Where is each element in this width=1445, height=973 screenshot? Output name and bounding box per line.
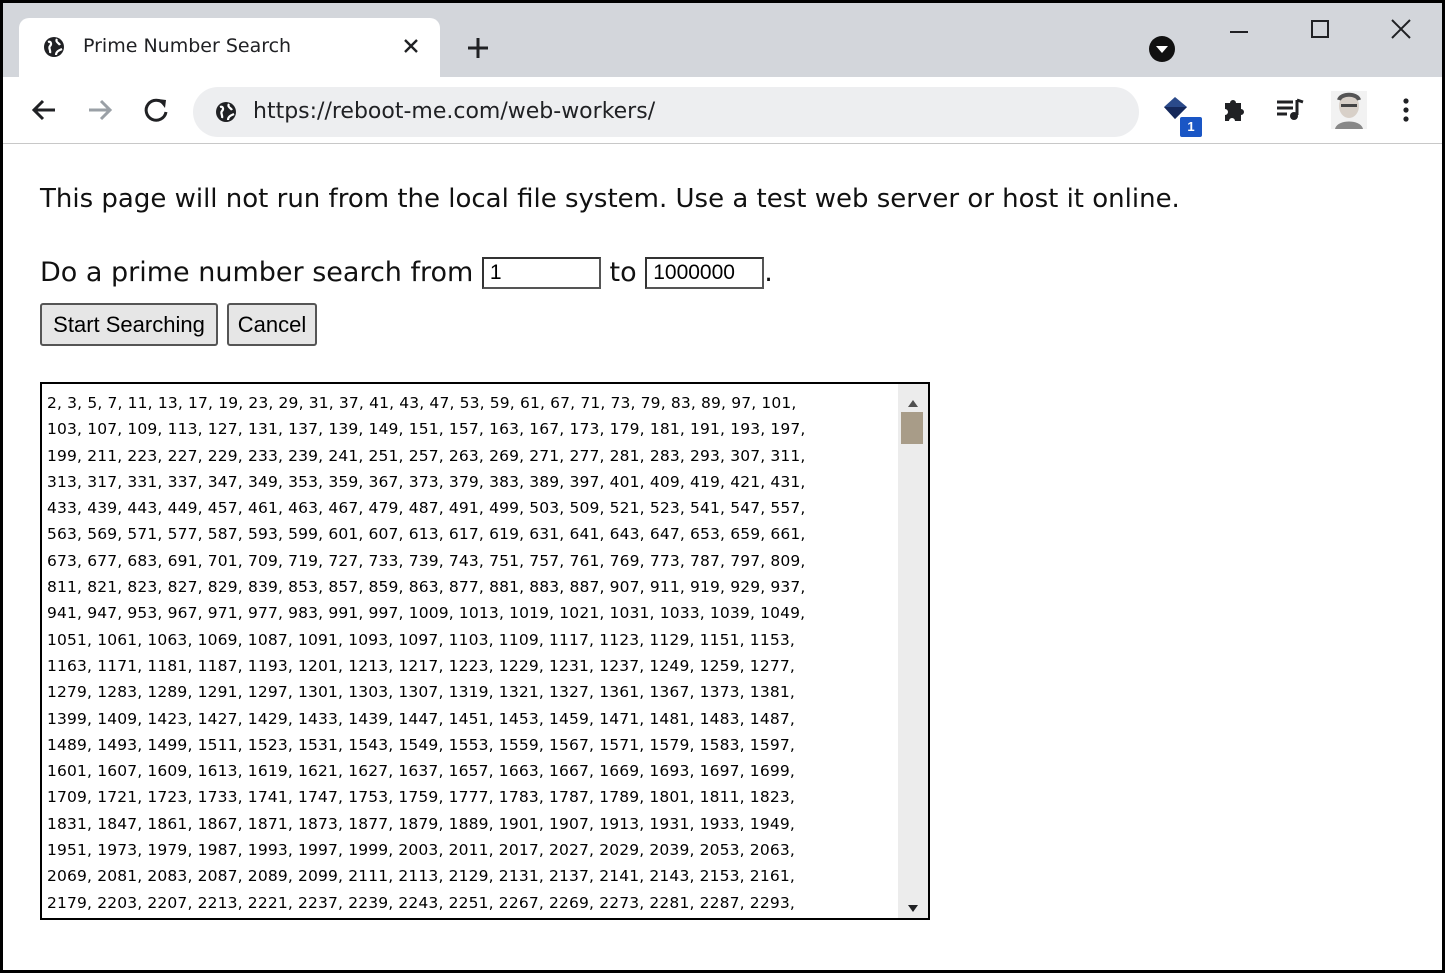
tab-prime-number-search[interactable]: Prime Number Search (19, 18, 440, 77)
media-queue-icon[interactable] (1273, 93, 1307, 127)
results-line: 1051, 1061, 1063, 1069, 1087, 1091, 1093… (47, 630, 795, 649)
results-line: 2069, 2081, 2083, 2087, 2089, 2099, 2111… (47, 867, 795, 886)
maximize-icon[interactable] (1310, 19, 1330, 39)
results-line: 941, 947, 953, 967, 971, 977, 983, 991, … (47, 604, 806, 623)
search-prefix-label: Do a prime number search from (40, 257, 474, 288)
reload-icon[interactable] (141, 95, 171, 125)
results-line: 563, 569, 571, 577, 587, 593, 599, 601, … (47, 525, 806, 544)
search-form: Do a prime number search from to . (40, 256, 773, 289)
to-input[interactable] (645, 256, 765, 289)
results-line: 1279, 1283, 1289, 1291, 1297, 1301, 1303… (47, 683, 795, 702)
results-line: 1951, 1973, 1979, 1987, 1993, 1997, 1999… (47, 841, 795, 860)
chevron-down-circle-icon[interactable] (1148, 35, 1176, 67)
url-text: https://reboot-me.com/web-workers/ (253, 99, 656, 124)
puzzle-icon[interactable] (1217, 93, 1251, 127)
scrollbar[interactable] (898, 384, 928, 918)
results-line: 1163, 1171, 1181, 1187, 1193, 1201, 1213… (47, 656, 795, 675)
start-searching-button[interactable]: Start Searching (40, 303, 218, 346)
notice-text: This page will not run from the local fi… (40, 184, 1180, 214)
address-bar[interactable]: https://reboot-me.com/web-workers/ (193, 87, 1139, 137)
results-line: 199, 211, 223, 227, 229, 233, 239, 241, … (47, 446, 806, 465)
scroll-down-icon[interactable] (907, 899, 919, 912)
window-close-icon[interactable] (1389, 17, 1413, 41)
results-line: 1709, 1721, 1723, 1733, 1741, 1747, 1753… (47, 788, 795, 807)
plus-icon[interactable] (465, 35, 491, 61)
results-line: 1489, 1493, 1499, 1511, 1523, 1531, 1543… (47, 735, 795, 754)
search-suffix: . (764, 257, 773, 288)
site-info-globe-icon[interactable] (215, 101, 237, 127)
results-line: 811, 821, 823, 827, 829, 839, 853, 857, … (47, 578, 806, 597)
results-line: 673, 677, 683, 691, 701, 709, 719, 727, … (47, 551, 806, 570)
results-text: 2, 3, 5, 7, 11, 13, 17, 19, 23, 29, 31, … (47, 390, 897, 916)
globe-icon (43, 36, 65, 62)
kebab-menu-icon[interactable] (1389, 93, 1423, 127)
results-line: 2179, 2203, 2207, 2213, 2221, 2237, 2239… (47, 893, 795, 912)
arrow-right-icon[interactable] (85, 95, 115, 125)
scroll-up-icon[interactable] (907, 393, 919, 407)
from-input[interactable] (481, 256, 601, 289)
minimize-icon[interactable] (1229, 21, 1249, 41)
extension-badge: 1 (1180, 117, 1202, 137)
arrow-left-icon[interactable] (29, 95, 59, 125)
page-content: This page will not run from the local fi… (3, 144, 1442, 970)
results-line: 313, 317, 331, 337, 347, 349, 353, 359, … (47, 472, 806, 491)
results-line: 1601, 1607, 1609, 1613, 1619, 1621, 1627… (47, 762, 795, 781)
tab-title: Prime Number Search (83, 35, 292, 57)
results-line: 2, 3, 5, 7, 11, 13, 17, 19, 23, 29, 31, … (47, 394, 797, 412)
results-textarea[interactable]: 2, 3, 5, 7, 11, 13, 17, 19, 23, 29, 31, … (40, 382, 930, 920)
results-line: 433, 439, 443, 449, 457, 461, 463, 467, … (47, 499, 806, 518)
results-line: 1831, 1847, 1861, 1867, 1871, 1873, 1877… (47, 814, 795, 833)
results-line: 1399, 1409, 1423, 1427, 1429, 1433, 1439… (47, 709, 795, 728)
browser-window: Prime Number Search https://reboot-me.co… (3, 3, 1442, 970)
search-to-label: to (609, 257, 637, 288)
tab-strip: Prime Number Search (3, 3, 1442, 77)
browser-toolbar: https://reboot-me.com/web-workers/ (3, 77, 1442, 144)
close-icon[interactable] (399, 34, 423, 58)
results-line: 103, 107, 109, 113, 127, 131, 137, 139, … (47, 420, 806, 439)
cancel-button[interactable]: Cancel (227, 303, 317, 346)
avatar[interactable] (1331, 91, 1367, 129)
scroll-thumb[interactable] (901, 412, 923, 444)
